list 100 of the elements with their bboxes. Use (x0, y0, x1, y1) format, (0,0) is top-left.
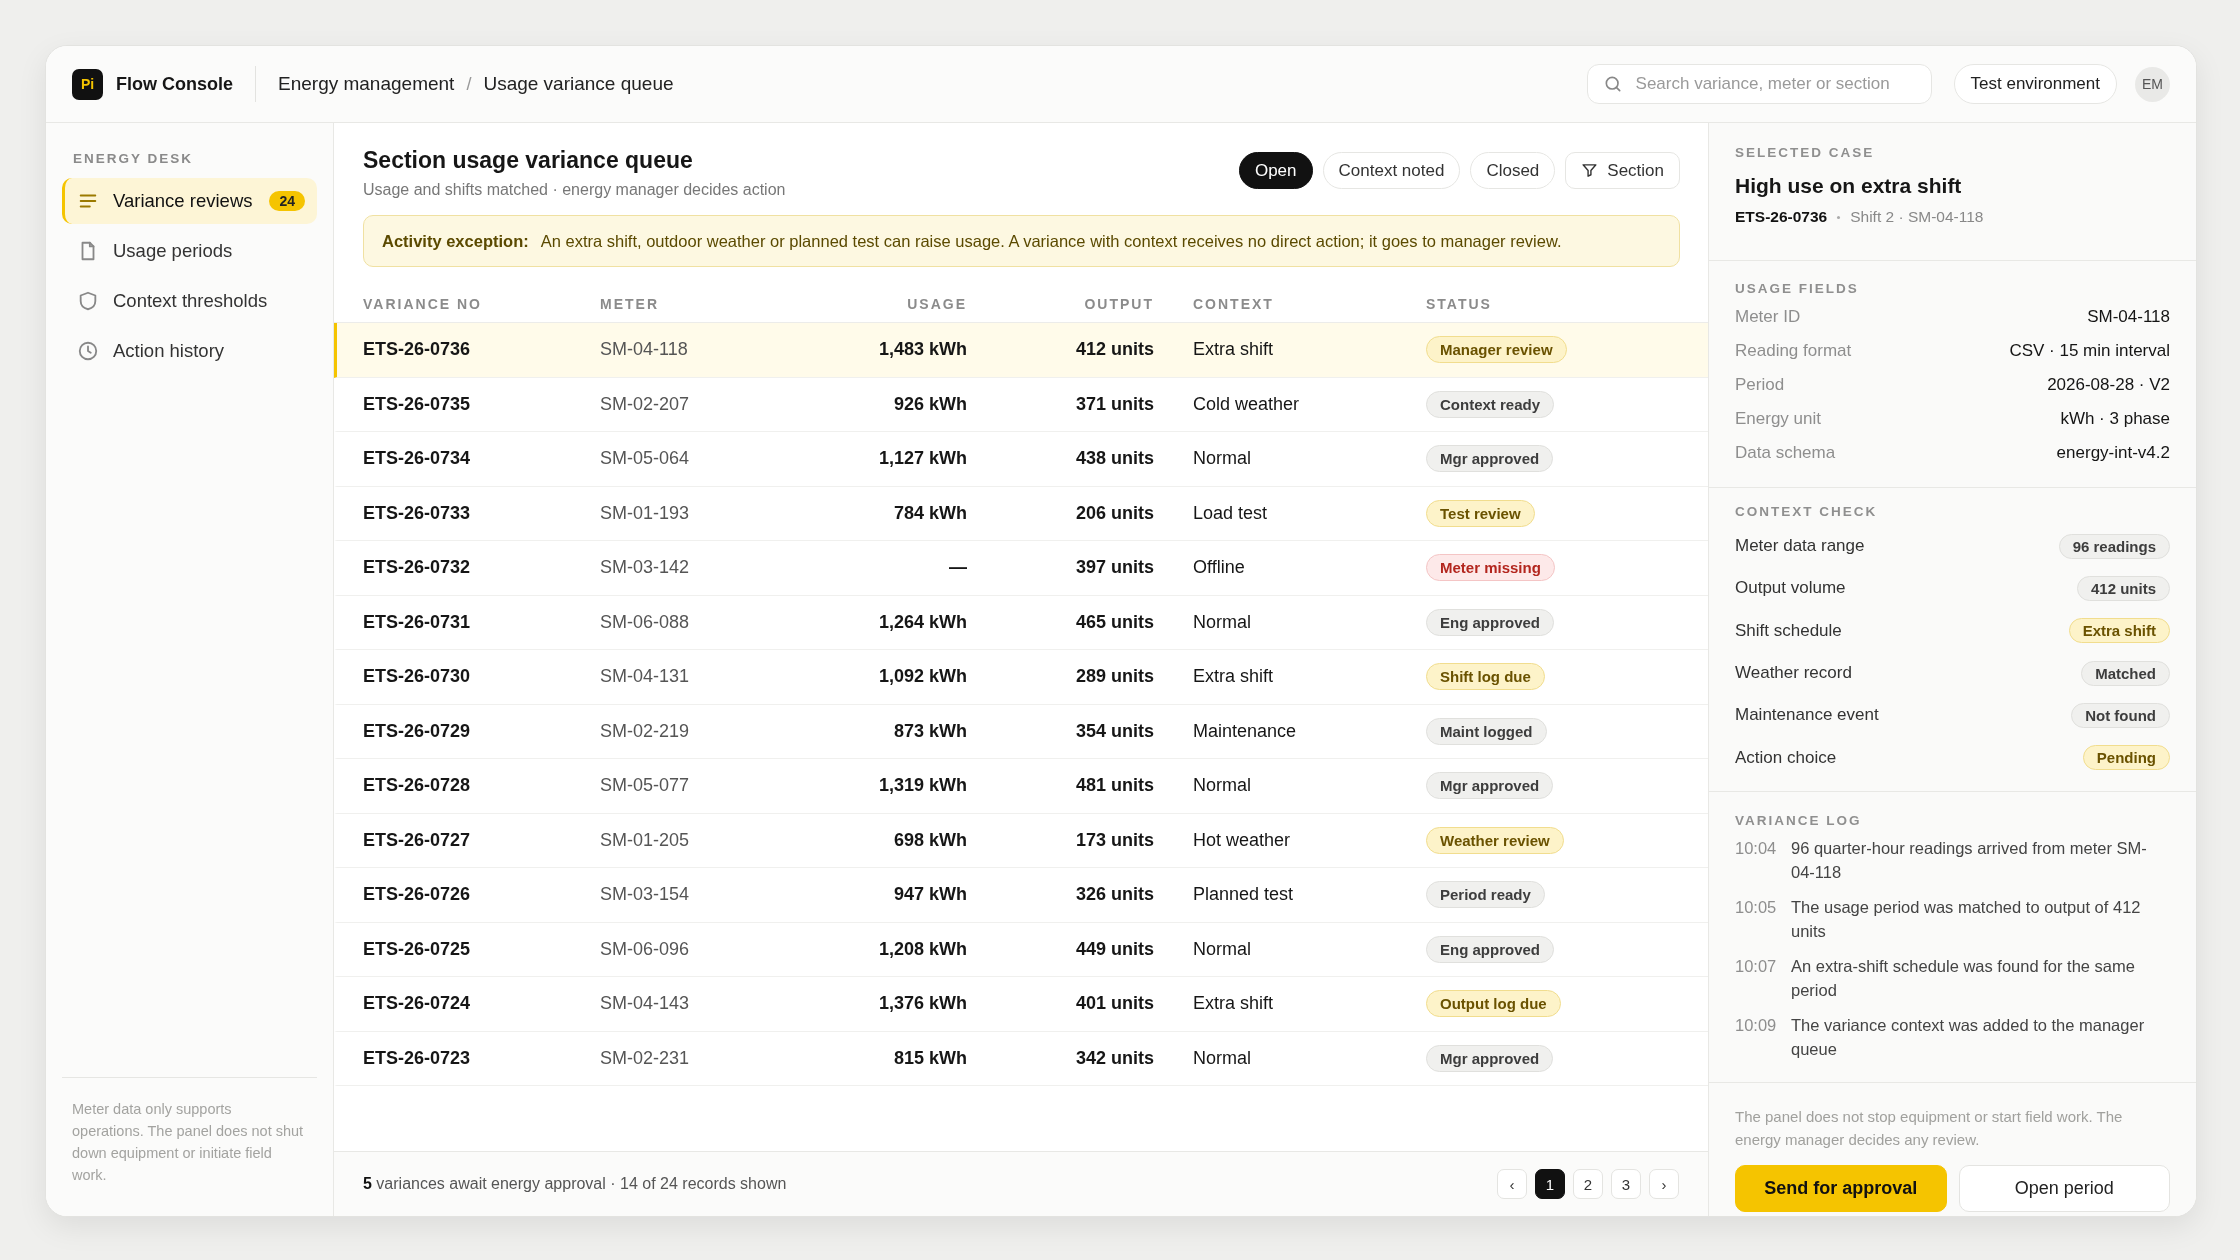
output-cell-text: 326 units (1074, 884, 1154, 906)
table-row[interactable]: ETS-26-0736 SM-04-118 1,483 kWh 412 units Extra shift Manager review (334, 323, 1708, 378)
status-badge: Not found (2071, 702, 2170, 728)
table-row[interactable]: ETS-26-0734 SM-05-064 1,127 kWh 438 units Normal Mgr approved (334, 432, 1708, 487)
table-row[interactable]: ETS-26-0723 SM-02-231 815 kWh 342 units Normal Mgr approved (334, 1031, 1708, 1086)
status-badge: 412 units (2076, 575, 2170, 601)
logo: Pi (72, 68, 103, 100)
status-badge: Mgr approved (1426, 772, 1554, 800)
status-badge: Pending (2082, 745, 2170, 771)
usage-cell-text: 873 kWh (892, 720, 967, 742)
table-row[interactable]: ETS-26-0732 SM-03-142 — 397 units Offline Meter missing (334, 541, 1708, 596)
variance-number-cell-text: ETS-26-0735 (363, 393, 472, 415)
check-label: Maintenance event (1735, 705, 1879, 726)
section-heading: ENERGY DESK (73, 151, 195, 166)
table-row[interactable]: ETS-26-0730 SM-04-131 1,092 kWh 289 units Extra shift Shift log due (334, 650, 1708, 705)
meter-cell-text: SM-05-064 (600, 448, 691, 470)
case-title: High use on extra shift (1735, 174, 1963, 198)
open-period-button[interactable]: Open period (1958, 1165, 2170, 1212)
field-value: CSV · 15 min interval (2009, 341, 2170, 361)
meter-cell-text: SM-03-142 (600, 557, 691, 579)
context-cell-text: Normal (1192, 938, 1252, 960)
page-button[interactable]: 2 (1573, 1169, 1603, 1199)
field-label: Data schema (1735, 443, 1836, 463)
status-badge: Eng approved (1426, 608, 1554, 636)
sidebar-item[interactable]: Action history (62, 328, 317, 374)
previous-page-button[interactable]: ‹ (1497, 1169, 1527, 1199)
page-subtitle: Usage and shifts matched · energy manager decides action (363, 181, 787, 199)
usage-cell-text: 1,127 kWh (877, 448, 967, 470)
meter-cell-text: SM-01-193 (600, 502, 691, 524)
check-label: Weather record (1735, 663, 1852, 684)
count-badge: 24 (269, 191, 305, 211)
table-row[interactable]: ETS-26-0733 SM-01-193 784 kWh 206 units Load test Test review (334, 486, 1708, 541)
output-cell-text: 449 units (1074, 938, 1154, 960)
status-badge: Test review (1426, 499, 1535, 527)
status-badge: Matched (2081, 660, 2170, 686)
section-heading: SELECTED CASE (1735, 145, 1876, 160)
meter-cell-text: SM-03-154 (600, 884, 691, 906)
meter-cell-text: SM-01-205 (600, 829, 691, 851)
status-badge: Mgr approved (1426, 1044, 1554, 1072)
section-heading: USAGE FIELDS (1735, 281, 1860, 296)
field-value: SM-04-118 (2087, 307, 2170, 327)
meter-cell-text: SM-02-231 (600, 1047, 691, 1069)
table-row[interactable]: ETS-26-0727 SM-01-205 698 kWh 173 units Hot weather Weather review (334, 813, 1708, 868)
output-cell-text: 206 units (1074, 502, 1154, 524)
table-row[interactable]: ETS-26-0724 SM-04-143 1,376 kWh 401 units Extra shift Output log due (334, 977, 1708, 1032)
status-badge: Extra shift (2068, 618, 2170, 644)
section-heading: VARIANCE LOG (1735, 813, 1863, 828)
status-badge: Eng approved (1426, 935, 1554, 963)
breadcrumb-item[interactable]: Energy management (278, 73, 455, 95)
output-cell-text: 412 units (1074, 339, 1154, 361)
output-cell-text: 173 units (1074, 829, 1154, 851)
section-filter-button[interactable]: Section (1565, 152, 1680, 189)
meter-cell-text: SM-04-143 (600, 993, 691, 1015)
check-label: Output volume (1735, 578, 1846, 599)
context-cell-text: Extra shift (1192, 666, 1275, 688)
section-heading: CONTEXT CHECK (1735, 504, 1879, 519)
usage-cell-text: 1,208 kWh (877, 938, 967, 960)
avatar[interactable]: EM (2135, 66, 2170, 102)
meter-cell-text: SM-04-118 (600, 339, 689, 361)
status-badge: Mgr approved (1426, 445, 1554, 473)
meter-cell-text: SM-06-088 (600, 611, 691, 633)
log-entry: The usage period was matched to output of 412 units (1791, 897, 2142, 942)
variance-number-cell-text: ETS-26-0731 (363, 611, 472, 633)
check-label: Shift schedule (1735, 620, 1842, 641)
status-badge: Output log due (1426, 990, 1561, 1018)
log-time: 10:07 (1735, 956, 1778, 977)
search-field[interactable]: Search variance, meter or section (1586, 64, 1932, 104)
sidebar-item[interactable]: Variance reviews 24 (62, 178, 317, 224)
field-label: Meter ID (1735, 307, 1801, 327)
status-badge: 96 readings (2058, 533, 2170, 559)
table-row[interactable]: ETS-26-0726 SM-03-154 947 kWh 326 units Planned test Period ready (334, 868, 1708, 923)
status-badge: Weather review (1426, 826, 1564, 854)
status-badge: Period ready (1426, 881, 1545, 909)
table-row[interactable]: ETS-26-0725 SM-06-096 1,208 kWh 449 units Normal Eng approved (334, 922, 1708, 977)
meter-cell-text: SM-02-207 (600, 393, 691, 415)
table-row[interactable]: ETS-26-0735 SM-02-207 926 kWh 371 units Cold weather Context ready (334, 377, 1708, 432)
context-cell-text: Normal (1192, 611, 1252, 633)
output-cell-text: 465 units (1074, 611, 1154, 633)
filter-chip[interactable]: Open (1238, 152, 1313, 189)
variance-number-cell-text: ETS-26-0730 (363, 666, 472, 688)
environment-button[interactable]: Test environment (1953, 64, 2117, 104)
send-for-approval-button[interactable]: Send for approval (1735, 1165, 1947, 1212)
context-cell-text: Maintenance (1192, 720, 1298, 742)
status-badge: Shift log due (1426, 663, 1545, 691)
sidebar-item[interactable]: Context thresholds (62, 278, 317, 324)
next-page-button[interactable]: › (1649, 1169, 1679, 1199)
usage-cell-text: 1,264 kWh (877, 611, 967, 633)
output-cell-text: 401 units (1074, 993, 1154, 1015)
table-row[interactable]: ETS-26-0729 SM-02-219 873 kWh 354 units Maintenance Maint logged (334, 704, 1708, 759)
status-badge: Context ready (1426, 390, 1555, 418)
table-row[interactable]: ETS-26-0728 SM-05-077 1,319 kWh 481 units Normal Mgr approved (334, 759, 1708, 814)
table-row[interactable]: ETS-26-0731 SM-06-088 1,264 kWh 465 units Normal Eng approved (334, 595, 1708, 650)
filter-icon (1581, 162, 1599, 179)
filter-chip[interactable]: Closed (1470, 152, 1556, 189)
sidebar-item[interactable]: Usage periods (62, 228, 317, 274)
page-button[interactable]: 1 (1535, 1169, 1565, 1199)
page-button[interactable]: 3 (1611, 1169, 1641, 1199)
log-entry: The variance context was added to the manager queue (1791, 1015, 2146, 1060)
filter-chip[interactable]: Context noted (1322, 152, 1461, 189)
context-cell-text: Extra shift (1192, 339, 1275, 361)
